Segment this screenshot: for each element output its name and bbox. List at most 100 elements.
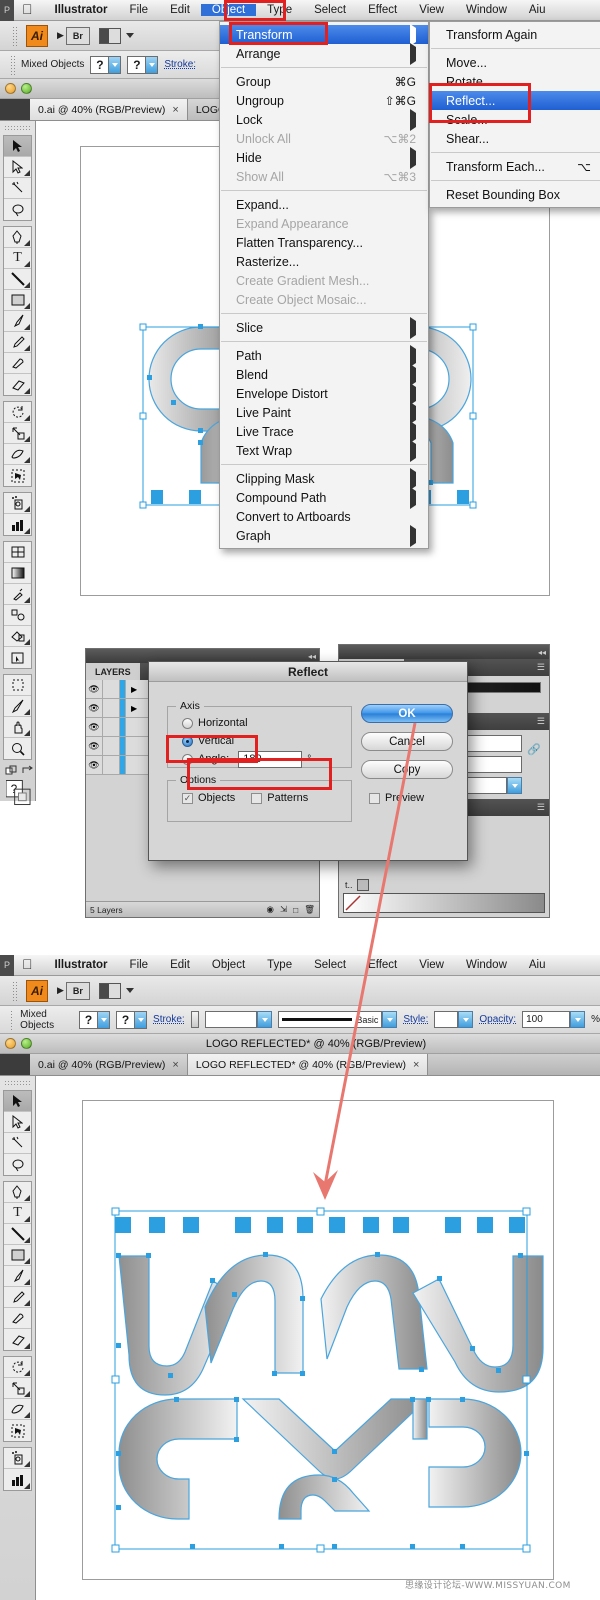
menu-item-graph[interactable]: Graph bbox=[220, 524, 428, 547]
menu-item-compound-path[interactable]: Compound Path bbox=[220, 486, 428, 509]
opacity-label[interactable]: Opacity: bbox=[479, 1014, 516, 1025]
lock-cell[interactable] bbox=[103, 718, 120, 736]
radio-horizontal[interactable]: Horizontal bbox=[182, 715, 351, 731]
rectangle-tool[interactable] bbox=[4, 1245, 31, 1266]
fill-stroke-swatches[interactable]: ? bbox=[6, 780, 31, 806]
menu-item-text-wrap[interactable]: Text Wrap bbox=[220, 439, 428, 462]
tab-logo-reflected[interactable]: LOGO REFLECTED* @ 40% (RGB/Preview) × bbox=[187, 1054, 429, 1075]
menu-item-blend[interactable]: Blend bbox=[220, 363, 428, 386]
close-icon[interactable]: × bbox=[172, 1059, 178, 1071]
chevron-down-icon[interactable] bbox=[134, 1011, 147, 1028]
menu-item-rasterize[interactable]: Rasterize... bbox=[220, 252, 428, 271]
column-graph-tool[interactable] bbox=[4, 1469, 31, 1490]
tab-logo-ai[interactable]: 0.ai @ 40% (RGB/Preview) × bbox=[30, 1054, 188, 1075]
brush-definition-field[interactable]: Basic bbox=[278, 1011, 383, 1028]
menubar-item-file[interactable]: File bbox=[119, 959, 160, 971]
eraser-tool[interactable] bbox=[4, 1329, 31, 1350]
lock-cell[interactable] bbox=[103, 680, 120, 698]
menu-item-hide[interactable]: Hide bbox=[220, 146, 428, 169]
arrange-documents-icon[interactable] bbox=[98, 27, 121, 44]
toolbox-bottom[interactable]: T bbox=[0, 1076, 36, 1600]
live-paint-selection-tool[interactable] bbox=[4, 647, 31, 668]
hand-tool[interactable] bbox=[4, 717, 31, 738]
menubar-item-window[interactable]: Window bbox=[455, 4, 518, 16]
menu-item-shear[interactable]: Shear... bbox=[430, 129, 600, 148]
scale-tool[interactable] bbox=[4, 423, 31, 444]
type-tool[interactable]: T bbox=[4, 248, 31, 269]
menubar-item-object[interactable]: Object bbox=[201, 959, 256, 971]
magic-wand-tool[interactable] bbox=[4, 178, 31, 199]
menu-item-group[interactable]: Group ⌘G bbox=[220, 72, 428, 91]
menu-item-ungroup[interactable]: Ungroup ⇧⌘G bbox=[220, 91, 428, 110]
copy-button[interactable]: Copy bbox=[361, 760, 453, 779]
eye-icon[interactable]: 👁 bbox=[86, 699, 103, 717]
apple-logo-icon[interactable]:  bbox=[14, 1, 44, 19]
menu-item-expand[interactable]: Expand... bbox=[220, 195, 428, 214]
chevron-down-icon[interactable] bbox=[458, 1011, 474, 1028]
pen-tool[interactable] bbox=[4, 227, 31, 248]
line-segment-tool[interactable] bbox=[4, 1224, 31, 1245]
menubar-item-select[interactable]: Select bbox=[303, 4, 357, 16]
blob-brush-tool[interactable] bbox=[4, 353, 31, 374]
pen-tool[interactable] bbox=[4, 1182, 31, 1203]
chevron-down-icon[interactable] bbox=[507, 777, 523, 794]
menu-item-arrange[interactable]: Arrange bbox=[220, 42, 428, 65]
menubar-item-effect[interactable]: Effect bbox=[357, 959, 408, 971]
blend-tool[interactable] bbox=[4, 605, 31, 626]
stroke-weight-stepper[interactable] bbox=[190, 1011, 200, 1028]
eye-icon[interactable]: 👁 bbox=[86, 680, 103, 698]
toolbox-grip[interactable] bbox=[4, 125, 32, 132]
stroke-swatch-dropdown[interactable]: ? bbox=[116, 1010, 148, 1029]
scale-tool[interactable] bbox=[4, 1378, 31, 1399]
stroke-label[interactable]: Stroke: bbox=[164, 59, 196, 70]
paintbrush-tool[interactable] bbox=[4, 311, 31, 332]
document-tabs-bottom[interactable]: 0.ai @ 40% (RGB/Preview) × LOGO REFLECTE… bbox=[0, 1054, 600, 1076]
tab-layers[interactable]: LAYERS bbox=[86, 663, 140, 680]
zoom-tool[interactable] bbox=[4, 738, 31, 759]
fill-stroke-quick-buttons[interactable] bbox=[2, 765, 35, 777]
graphic-style-field[interactable] bbox=[434, 1011, 459, 1028]
menu-item-slice[interactable]: Slice bbox=[220, 316, 428, 339]
illustrator-icon[interactable]: Ai bbox=[26, 24, 48, 47]
mac-menubar-top[interactable]: P  Illustrator File Edit Object Type Se… bbox=[0, 0, 600, 21]
panel-menu-icon[interactable]: ☰ bbox=[537, 662, 549, 673]
menu-item-convert-to-artboards[interactable]: Convert to Artboards bbox=[220, 507, 428, 526]
menubar-item-view[interactable]: View bbox=[408, 959, 455, 971]
eyedropper-tool[interactable] bbox=[4, 584, 31, 605]
mesh-tool[interactable] bbox=[4, 542, 31, 563]
direct-selection-tool[interactable] bbox=[4, 157, 31, 178]
options-grip[interactable] bbox=[10, 54, 15, 75]
fill-swatch-dropdown[interactable]: ? bbox=[90, 55, 122, 74]
toolbox-top[interactable]: T ? bbox=[0, 121, 36, 806]
menu-item-flatten-transparency[interactable]: Flatten Transparency... bbox=[220, 233, 428, 252]
minimize-button[interactable] bbox=[5, 1038, 16, 1049]
chevron-down-icon[interactable] bbox=[145, 56, 158, 73]
layer-disclosure-icon[interactable]: ▶ bbox=[126, 704, 137, 713]
gradient-tool[interactable] bbox=[4, 563, 31, 584]
lock-cell[interactable] bbox=[103, 756, 120, 774]
pencil-tool[interactable] bbox=[4, 1287, 31, 1308]
lasso-tool[interactable] bbox=[4, 1154, 31, 1175]
chevron-down-icon[interactable] bbox=[125, 988, 134, 993]
menubar-item-effect[interactable]: Effect bbox=[357, 4, 408, 16]
checkbox-preview[interactable]: Preview bbox=[361, 790, 453, 806]
reflect-dialog-buttons[interactable]: OK Cancel Copy Preview bbox=[361, 704, 453, 806]
window-controls[interactable] bbox=[0, 83, 32, 94]
zoom-button[interactable] bbox=[21, 83, 32, 94]
bridge-icon[interactable]: Br bbox=[65, 981, 90, 1000]
checkbox-checked-icon[interactable]: ✓ bbox=[182, 792, 193, 804]
link-proportions-icon[interactable]: 🔗 bbox=[527, 735, 541, 756]
stroke-weight-field[interactable] bbox=[205, 1011, 258, 1028]
create-new-layer-icon[interactable]: □ bbox=[293, 905, 298, 915]
stroke-label[interactable]: Stroke: bbox=[153, 1014, 185, 1025]
eye-icon[interactable]: 👁 bbox=[86, 756, 103, 774]
menubar-item-file[interactable]: File bbox=[119, 4, 160, 16]
options-grip[interactable] bbox=[10, 1009, 15, 1030]
chevron-down-icon[interactable] bbox=[382, 1011, 398, 1028]
stroke-swatch-dropdown[interactable]: ? bbox=[127, 55, 159, 74]
line-segment-tool[interactable] bbox=[4, 269, 31, 290]
menubar-item-help[interactable]: Aiu bbox=[518, 4, 557, 16]
menu-item-envelope-distort[interactable]: Envelope Distort bbox=[220, 382, 428, 405]
menubar-item-select[interactable]: Select bbox=[303, 959, 357, 971]
menubar-item-window[interactable]: Window bbox=[455, 959, 518, 971]
